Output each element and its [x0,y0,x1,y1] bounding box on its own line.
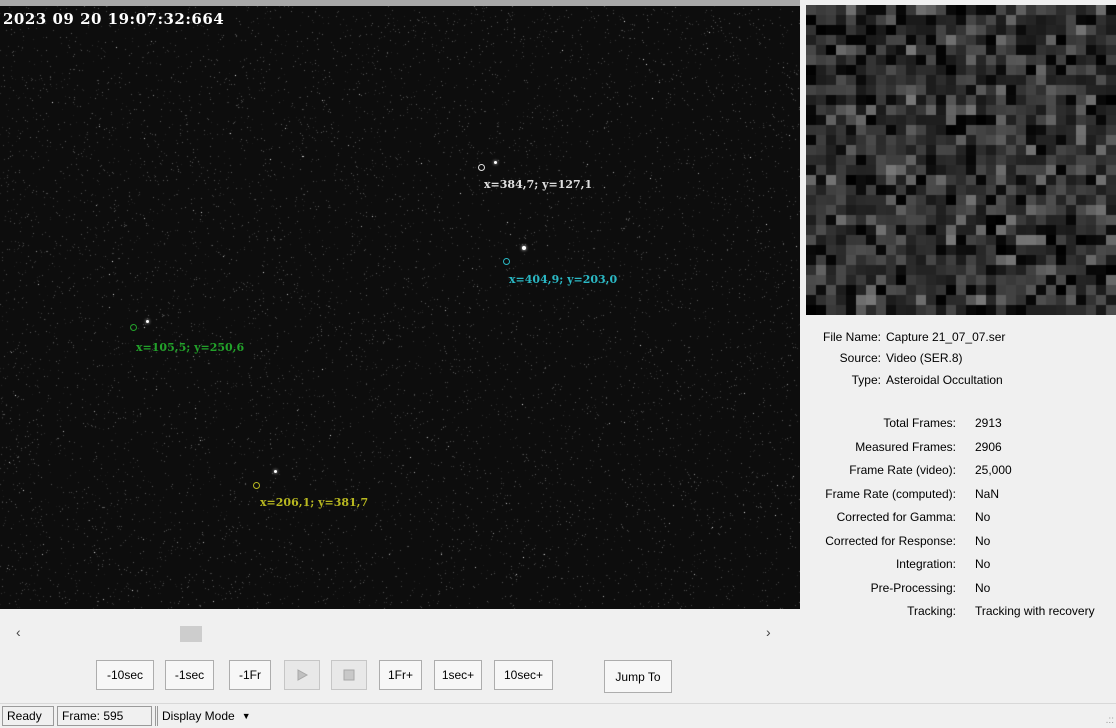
info-stat-value: No [975,557,991,571]
aperture-target-3[interactable] [130,324,137,331]
minus-1sec-button[interactable]: -1sec [165,660,214,690]
video-frame[interactable]: 2023 09 20 19:07:32:664 x=384,7; y=127,1… [0,0,800,609]
info-stat-label: Total Frames: [883,416,956,430]
info-stat-value: No [975,533,991,548]
coord-label-target-4: x=206,1; y=381,7 [260,496,369,509]
info-stat-label: Pre-Processing: [870,580,956,595]
info-stat-label: Corrected for Response: [825,533,956,548]
play-icon [297,669,309,681]
plus-1sec-button[interactable]: 1sec+ [434,660,482,690]
info-stat-value: No [975,580,991,595]
status-frame: Frame: 595 [57,706,152,726]
star-target-2 [522,246,526,250]
info-source-value: Video (SER.8) [886,351,963,365]
info-stat-value: Tracking with recovery [975,604,1095,618]
video-noise-canvas [0,6,800,609]
info-stat-value: No [975,510,991,524]
aperture-target-2[interactable] [503,258,510,265]
info-file-name-label: File Name: [822,330,881,344]
star-target-1 [494,161,497,164]
status-bar: Ready Frame: 595 Display Mode ▼ .:: [0,703,1116,728]
status-ready: Ready [2,706,54,726]
info-stat-value: 2906 [975,439,1002,454]
info-stat-value: NaN [975,486,1000,501]
resize-grip-icon[interactable]: .:: [1106,715,1114,726]
scroll-left-arrow-icon[interactable]: ‹ [16,624,21,640]
info-stat-label: Corrected for Gamma: [836,510,956,524]
play-button[interactable] [284,660,320,690]
plus-1fr-button[interactable]: 1Fr+ [379,660,422,690]
star-target-3 [146,320,149,323]
display-mode-label: Display Mode [162,709,235,723]
jump-to-button[interactable]: Jump To [604,660,672,693]
aperture-target-1[interactable] [478,164,485,171]
chevron-down-icon: ▼ [241,711,251,721]
video-timestamp: 2023 09 20 19:07:32:664 [3,10,225,28]
info-type-label: Type: [851,373,881,387]
pixel-zoom-view [806,5,1116,315]
info-stat-label: Frame Rate (computed): [825,486,956,501]
info-file-name-value: Capture 21_07_07.ser [886,330,1006,344]
plus-10sec-button[interactable]: 10sec+ [494,660,553,690]
info-source-label: Source: [839,351,881,365]
info-stat-label: Frame Rate (video): [849,463,956,477]
info-stat-label: Tracking: [907,604,956,618]
info-stat-label: Integration: [895,557,956,571]
coord-label-target-1: x=384,7; y=127,1 [484,178,593,191]
display-mode-dropdown[interactable]: Display Mode ▼ [155,706,285,726]
minus-10sec-button[interactable]: -10sec [96,660,154,690]
aperture-target-4[interactable] [253,482,260,489]
scroll-right-arrow-icon[interactable]: › [766,624,771,640]
info-stat-label: Measured Frames: [855,439,956,454]
minus-1fr-button[interactable]: -1Fr [229,660,271,690]
star-target-4 [274,470,277,473]
coord-label-target-3: x=105,5; y=250,6 [136,341,245,354]
stop-icon [343,669,355,681]
scroll-thumb[interactable] [180,626,202,642]
frame-scrollbar[interactable]: ‹ › [0,620,800,646]
info-type-value: Asteroidal Occultation [886,373,1003,387]
info-stat-value: 2913 [975,416,1002,430]
coord-label-target-2: x=404,9; y=203,0 [509,273,618,286]
info-stat-value: 25,000 [975,463,1012,477]
stop-button[interactable] [331,660,367,690]
